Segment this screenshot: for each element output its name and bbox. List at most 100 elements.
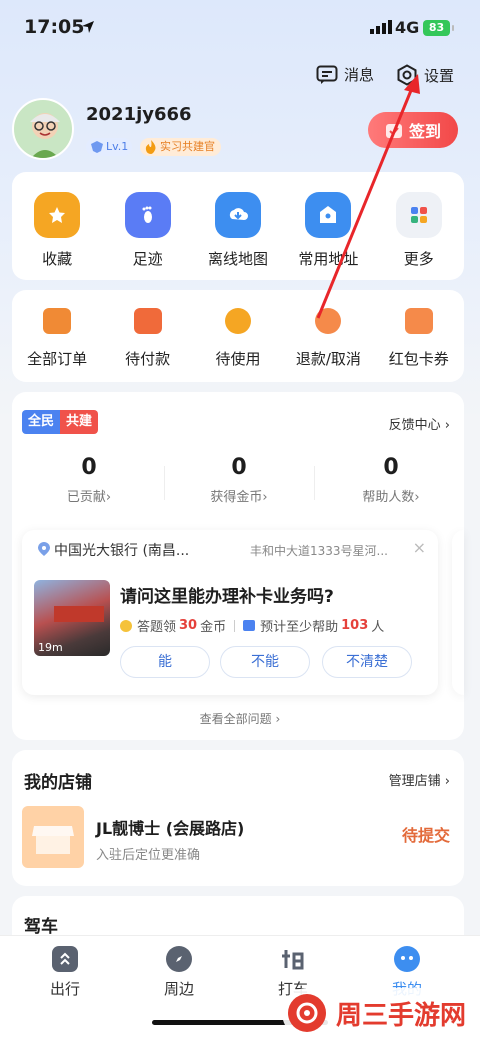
download-cloud-icon bbox=[214, 192, 261, 238]
quick-action-0[interactable]: 收藏 bbox=[12, 192, 102, 269]
settings-hexagon-icon bbox=[397, 64, 417, 86]
storefront-icon bbox=[32, 826, 74, 854]
grid-icon bbox=[395, 192, 442, 238]
settings-button[interactable]: 设置 bbox=[396, 64, 454, 86]
poi-address: 丰和中大道1333号星河... bbox=[250, 544, 388, 558]
messages-button[interactable]: 消息 bbox=[316, 64, 374, 85]
network-type: 4G bbox=[395, 18, 420, 37]
order-item-4[interactable]: 红包卡券 bbox=[374, 308, 464, 369]
quick-action-label: 收藏 bbox=[42, 250, 73, 268]
quick-actions-card: 收藏 足迹 离线地图 常用地址 更多 bbox=[12, 172, 464, 280]
stat-helped[interactable]: 0 帮助人数› bbox=[316, 455, 466, 505]
refund-icon bbox=[315, 308, 342, 334]
shop-section-title: 我的店铺 bbox=[24, 773, 92, 793]
close-icon[interactable]: × bbox=[413, 538, 426, 557]
tab-nearby[interactable]: 周边 bbox=[144, 946, 214, 999]
next-question-card-peek[interactable] bbox=[452, 530, 464, 695]
checkin-button[interactable]: 签到 bbox=[368, 112, 458, 148]
poi-name-text: 中国光大银行 (南昌... bbox=[54, 543, 190, 559]
chevron-right-icon: › bbox=[444, 418, 450, 433]
view-all-label: 查看全部问题 bbox=[199, 712, 272, 726]
home-pin-icon bbox=[305, 192, 352, 238]
footprint-icon bbox=[124, 192, 171, 238]
reward-suffix: 金币 bbox=[200, 620, 227, 635]
divider bbox=[314, 466, 315, 500]
order-label: 待付款 bbox=[125, 350, 171, 368]
quick-action-label: 离线地图 bbox=[207, 250, 268, 268]
title-badge-label: 实习共建官 bbox=[160, 140, 215, 153]
shop-icon bbox=[22, 806, 84, 868]
reward-prefix: 答题领 bbox=[137, 620, 177, 635]
quick-action-4[interactable]: 更多 bbox=[374, 192, 464, 269]
help-suffix: 人 bbox=[371, 620, 385, 635]
watermark-logo-icon bbox=[288, 994, 326, 1032]
shop-status[interactable]: 待提交 bbox=[402, 822, 450, 846]
flame-icon bbox=[145, 140, 156, 154]
order-label: 退款/取消 bbox=[295, 350, 361, 368]
orders-card: 全部订单 待付款 待使用 退款/取消 红包卡券 bbox=[12, 290, 464, 382]
quick-action-3[interactable]: 常用地址 bbox=[283, 192, 373, 269]
level-label: Lv.1 bbox=[106, 140, 129, 153]
level-badge[interactable]: Lv.1 bbox=[86, 138, 132, 156]
coin-icon bbox=[120, 619, 132, 632]
question-meta: 答题领 30 金币 预计至少帮助 103 人 bbox=[120, 616, 384, 635]
help-doc-icon bbox=[243, 620, 256, 631]
wallet-icon bbox=[133, 308, 162, 334]
manage-shop-link[interactable]: 管理店铺 › bbox=[389, 770, 450, 789]
stat-value: 0 bbox=[383, 455, 399, 480]
route-icon bbox=[52, 946, 78, 972]
stat-value: 0 bbox=[81, 455, 97, 480]
question-thumbnail[interactable]: 19m bbox=[34, 580, 110, 656]
stat-label: 帮助人数 bbox=[362, 490, 415, 505]
answer-unsure-button[interactable]: 不清楚 bbox=[322, 646, 412, 678]
order-item-0[interactable]: 全部订单 bbox=[12, 308, 102, 369]
orders-grid: 全部订单 待付款 待使用 退款/取消 红包卡券 bbox=[12, 308, 464, 369]
calendar-check-icon bbox=[385, 124, 402, 138]
question-title: 请问这里能办理补卡业务吗? bbox=[120, 587, 334, 607]
quick-action-label: 常用地址 bbox=[298, 250, 359, 268]
order-item-3[interactable]: 退款/取消 bbox=[283, 308, 373, 369]
answer-no-button[interactable]: 不能 bbox=[220, 646, 310, 678]
location-pin-icon bbox=[38, 542, 50, 556]
community-tag-right: 共建 bbox=[60, 410, 99, 434]
taxi-icon bbox=[280, 946, 306, 972]
watermark-text: 周三手游网 bbox=[336, 1000, 467, 1031]
shop-name[interactable]: JL靓博士 (会展路店) bbox=[96, 815, 244, 839]
view-all-questions-link[interactable]: 查看全部问题 › bbox=[0, 710, 480, 727]
orders-icon bbox=[43, 308, 72, 334]
tab-label: 出行 bbox=[49, 980, 80, 998]
quick-action-1[interactable]: 足迹 bbox=[103, 192, 193, 269]
help-value: 103 bbox=[341, 618, 369, 633]
drive-section-title: 驾车 bbox=[24, 917, 58, 937]
reward-value: 30 bbox=[179, 618, 198, 633]
order-label: 待使用 bbox=[215, 350, 261, 368]
answer-yes-button[interactable]: 能 bbox=[120, 646, 210, 678]
avatar[interactable] bbox=[12, 98, 74, 160]
battery-icon: 83 bbox=[423, 20, 454, 36]
quick-action-2[interactable]: 离线地图 bbox=[193, 192, 283, 269]
order-item-1[interactable]: 待付款 bbox=[103, 308, 193, 369]
help-prefix: 预计至少帮助 bbox=[260, 620, 339, 635]
messages-label: 消息 bbox=[344, 66, 375, 84]
order-label: 红包卡券 bbox=[388, 350, 449, 368]
signal-icon bbox=[370, 20, 392, 34]
divider bbox=[164, 466, 165, 500]
stat-contributed[interactable]: 0 已贡献› bbox=[14, 455, 164, 505]
order-item-2[interactable]: 待使用 bbox=[193, 308, 283, 369]
manage-shop-label: 管理店铺 bbox=[388, 774, 441, 789]
stat-coins[interactable]: 0 获得金币› bbox=[164, 455, 314, 505]
tab-travel[interactable]: 出行 bbox=[30, 946, 100, 999]
poi-name[interactable]: 中国光大银行 (南昌... bbox=[38, 540, 189, 560]
title-badge[interactable]: 实习共建官 bbox=[140, 138, 221, 156]
quick-action-label: 足迹 bbox=[132, 250, 163, 268]
question-card[interactable]: 中国光大银行 (南昌... 丰和中大道1333号星河... × 19m 请问这里… bbox=[22, 530, 438, 695]
compass-icon bbox=[166, 946, 192, 972]
feedback-center-link[interactable]: 反馈中心 › bbox=[389, 414, 450, 433]
checkin-label: 签到 bbox=[408, 122, 441, 141]
video-duration: 19m bbox=[38, 641, 63, 654]
status-bar: 17:05 4G 83 bbox=[0, 0, 480, 58]
star-icon bbox=[34, 192, 81, 238]
community-tag-left: 全民 bbox=[22, 410, 61, 434]
order-label: 全部订单 bbox=[27, 350, 88, 368]
status-time: 17:05 bbox=[24, 16, 85, 38]
